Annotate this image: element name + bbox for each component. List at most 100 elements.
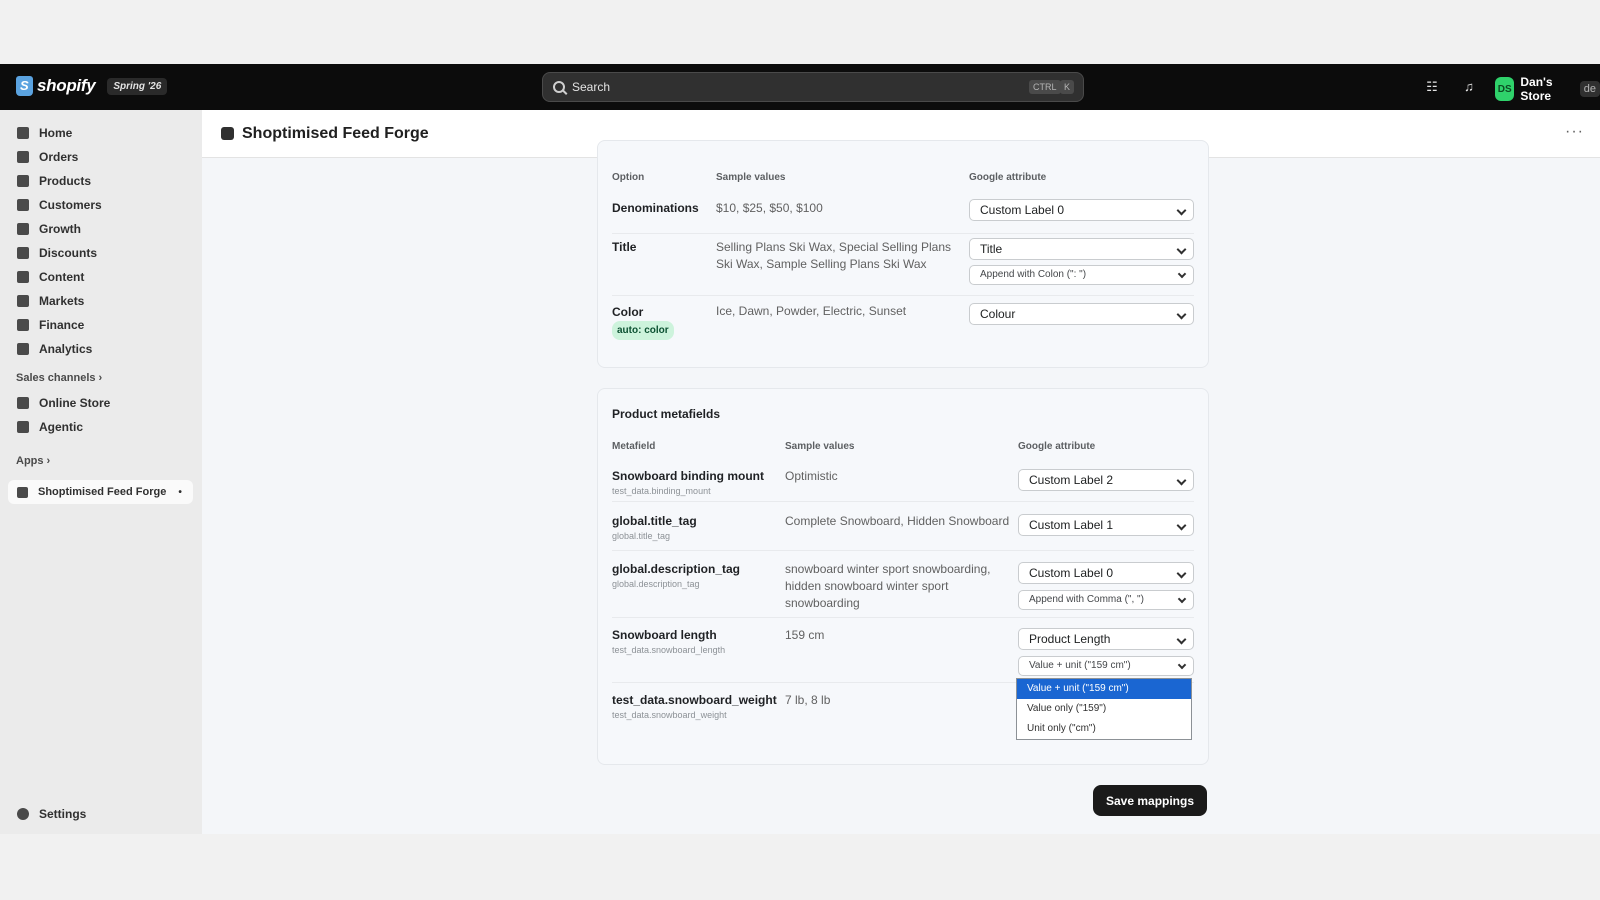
sidebar-item-customers[interactable]: Customers	[8, 193, 102, 217]
dropdown-option-unit-only[interactable]: Unit only ("cm")	[1017, 719, 1191, 739]
kbd-k: K	[1060, 80, 1075, 94]
content-icon	[17, 271, 29, 283]
sidebar-item-label: Content	[39, 270, 85, 284]
col-header-google: Google attribute	[1018, 441, 1096, 452]
section-title: Product metafields	[612, 407, 721, 421]
sidebar-item-label: Orders	[39, 150, 79, 164]
sidebar-item-label: Shoptimised Feed Forge	[38, 486, 167, 498]
top-bar: shopify Spring '26 Search CTRL K ☷ ♫ DS …	[0, 64, 1600, 110]
online-store-icon	[17, 397, 29, 409]
pin-dot-icon: •	[178, 486, 182, 498]
orders-icon	[17, 151, 29, 163]
products-icon	[17, 175, 29, 187]
google-attribute-select[interactable]: Custom Label 2	[1018, 469, 1194, 491]
gear-icon	[17, 808, 29, 820]
markets-icon	[17, 295, 29, 307]
search-placeholder: Search	[572, 80, 611, 94]
sidebar-item-label: Online Store	[39, 396, 111, 410]
unit-format-dropdown: Value + unit ("159 cm") Value only ("159…	[1016, 678, 1192, 740]
store-menu[interactable]: DS Dan's Store de	[1495, 75, 1600, 103]
apps-label: Apps	[16, 455, 44, 467]
metafield-key: global.title_tag	[612, 531, 671, 541]
option-samples: $10, $25, $50, $100	[716, 201, 823, 215]
divider	[612, 617, 1194, 618]
col-header-metafield: Metafield	[612, 441, 656, 452]
sidebar-item-label: Growth	[39, 222, 81, 236]
sidebar-item-settings[interactable]: Settings	[8, 802, 86, 826]
metafield-samples: 7 lb, 8 lb	[785, 693, 831, 707]
bell-icon[interactable]: ♫	[1461, 79, 1477, 95]
agentic-icon	[17, 421, 29, 433]
divider	[612, 295, 1194, 296]
save-mappings-button[interactable]: Save mappings	[1093, 785, 1207, 816]
modifier-select[interactable]: Append with Comma (", ")	[1018, 590, 1194, 610]
sidebar-item-home[interactable]: Home	[8, 121, 72, 145]
col-header-samples: Sample values	[785, 441, 855, 452]
sidebar-item-label: Analytics	[39, 342, 93, 356]
app-icon	[17, 486, 28, 498]
sidebar-item-online-store[interactable]: Online Store	[8, 391, 110, 415]
metafield-name: global.description_tag	[612, 562, 741, 576]
dropdown-option-value-unit[interactable]: Value + unit ("159 cm")	[1017, 679, 1191, 699]
google-attribute-select[interactable]: Custom Label 1	[1018, 514, 1194, 536]
divider	[612, 233, 1194, 234]
google-attribute-select[interactable]: Title	[969, 238, 1194, 260]
metafield-key: test_data.snowboard_weight	[612, 710, 727, 720]
divider	[612, 550, 1194, 551]
inbox-icon[interactable]: ☷	[1424, 79, 1440, 95]
discounts-icon	[17, 247, 29, 259]
sidebar-item-label: Products	[39, 174, 92, 188]
app-logo-icon	[221, 127, 234, 140]
metafield-key: test_data.snowboard_length	[612, 645, 726, 655]
options-card: Option Sample values Google attribute De…	[597, 140, 1209, 368]
option-name: Title	[612, 240, 637, 254]
search-bar[interactable]: Search CTRL K	[542, 72, 1084, 102]
sidebar-item-growth[interactable]: Growth	[8, 217, 81, 241]
auto-badge: auto: color	[612, 321, 674, 340]
more-actions-icon[interactable]: ···	[1565, 123, 1584, 141]
sidebar-item-orders[interactable]: Orders	[8, 145, 78, 169]
metafield-samples: Optimistic	[785, 469, 838, 483]
option-name: Denominations	[612, 201, 699, 215]
avatar: DS	[1495, 77, 1515, 101]
col-header-samples: Sample values	[716, 172, 786, 183]
page-title: Shoptimised Feed Forge	[242, 124, 429, 142]
sidebar-item-products[interactable]: Products	[8, 169, 91, 193]
home-icon	[17, 127, 29, 139]
google-attribute-select[interactable]: Product Length	[1018, 628, 1194, 650]
option-samples: Ice, Dawn, Powder, Electric, Sunset	[716, 304, 907, 318]
apps-heading[interactable]: Apps ›	[16, 455, 50, 467]
customers-icon	[17, 199, 29, 211]
google-attribute-select[interactable]: Colour	[969, 303, 1194, 325]
store-tag: de	[1579, 81, 1600, 97]
growth-icon	[17, 223, 29, 235]
sidebar-item-finance[interactable]: Finance	[8, 313, 84, 337]
option-samples: Selling Plans Ski Wax, Special Selling P…	[716, 240, 952, 271]
sidebar-item-label: Discounts	[39, 246, 98, 260]
option-name-cell: Color auto: color	[612, 304, 702, 340]
modifier-select[interactable]: Append with Colon (": ")	[969, 265, 1194, 285]
version-badge: Spring '26	[107, 77, 168, 95]
sidebar-item-content[interactable]: Content	[8, 265, 84, 289]
sidebar-item-label: Customers	[39, 198, 102, 212]
sidebar-item-analytics[interactable]: Analytics	[8, 337, 92, 361]
metafield-samples: snowboard winter sport snowboarding, hid…	[785, 562, 991, 610]
metafield-key: global.description_tag	[612, 579, 700, 589]
dropdown-option-value-only[interactable]: Value only ("159")	[1017, 699, 1191, 719]
metafield-name: test_data.snowboard_weight	[612, 693, 777, 707]
sidebar-item-label: Finance	[39, 318, 85, 332]
metafield-name: global.title_tag	[612, 514, 697, 528]
sidebar-item-discounts[interactable]: Discounts	[8, 241, 97, 265]
logo-text: shopify	[37, 76, 96, 95]
sidebar: Home Orders Products Customers Growth Di…	[0, 110, 202, 834]
google-attribute-select[interactable]: Custom Label 0	[969, 199, 1194, 221]
sidebar-item-feed-forge[interactable]: Shoptimised Feed Forge •	[8, 480, 193, 504]
sales-channels-heading[interactable]: Sales channels ›	[16, 372, 102, 384]
google-attribute-select[interactable]: Custom Label 0	[1018, 562, 1194, 584]
sidebar-item-markets[interactable]: Markets	[8, 289, 84, 313]
unit-format-select[interactable]: Value + unit ("159 cm")	[1018, 656, 1194, 676]
analytics-icon	[17, 343, 29, 355]
sidebar-item-agentic[interactable]: Agentic	[8, 415, 83, 439]
metafield-name: Snowboard binding mount	[612, 469, 764, 483]
shopify-logo[interactable]: shopify Spring '26	[16, 76, 168, 96]
